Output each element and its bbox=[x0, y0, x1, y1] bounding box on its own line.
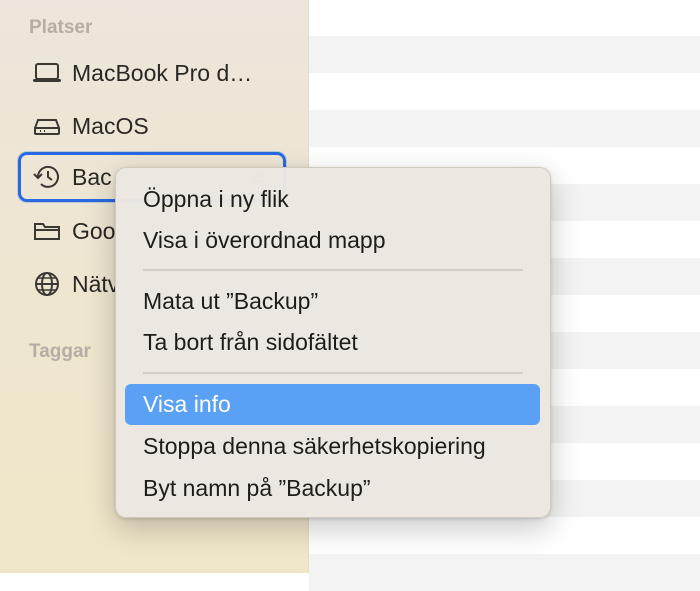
list-row-stripe bbox=[309, 36, 700, 73]
sidebar-item-label: MacBook Pro d… bbox=[72, 59, 253, 86]
laptop-icon bbox=[30, 58, 64, 88]
menu-item-rename[interactable]: Byt namn på ”Backup” bbox=[125, 468, 540, 509]
list-row-stripe bbox=[309, 110, 700, 147]
time-machine-icon bbox=[30, 162, 64, 192]
sidebar-item-label: Nätv bbox=[72, 270, 120, 297]
sidebar-section-tags: Taggar bbox=[29, 341, 91, 362]
drive-icon bbox=[30, 111, 64, 141]
folder-icon bbox=[30, 216, 64, 246]
menu-item-open-in-new-tab[interactable]: Öppna i ny flik bbox=[125, 179, 540, 220]
sidebar-item-label: Goo bbox=[72, 217, 116, 244]
menu-separator bbox=[143, 269, 523, 271]
network-icon bbox=[30, 269, 64, 299]
menu-separator bbox=[143, 372, 523, 374]
menu-item-get-info[interactable]: Visa info bbox=[125, 384, 540, 425]
sidebar-item-label: Bac bbox=[72, 163, 112, 190]
context-menu: Öppna i ny flik Visa i överordnad mapp M… bbox=[115, 167, 551, 518]
menu-item-remove-from-sidebar[interactable]: Ta bort från sidofältet bbox=[125, 322, 540, 363]
sidebar-item-label: MacOS bbox=[72, 112, 149, 139]
sidebar-item-macbook[interactable]: MacBook Pro d… bbox=[18, 48, 286, 98]
sidebar-item-macos[interactable]: MacOS bbox=[18, 101, 286, 151]
menu-item-eject[interactable]: Mata ut ”Backup” bbox=[125, 281, 540, 322]
menu-item-show-in-enclosing-folder[interactable]: Visa i överordnad mapp bbox=[125, 220, 540, 261]
sidebar-section-places: Platser bbox=[29, 17, 93, 38]
menu-item-stop-backup[interactable]: Stoppa denna säkerhetskopiering bbox=[125, 426, 540, 467]
